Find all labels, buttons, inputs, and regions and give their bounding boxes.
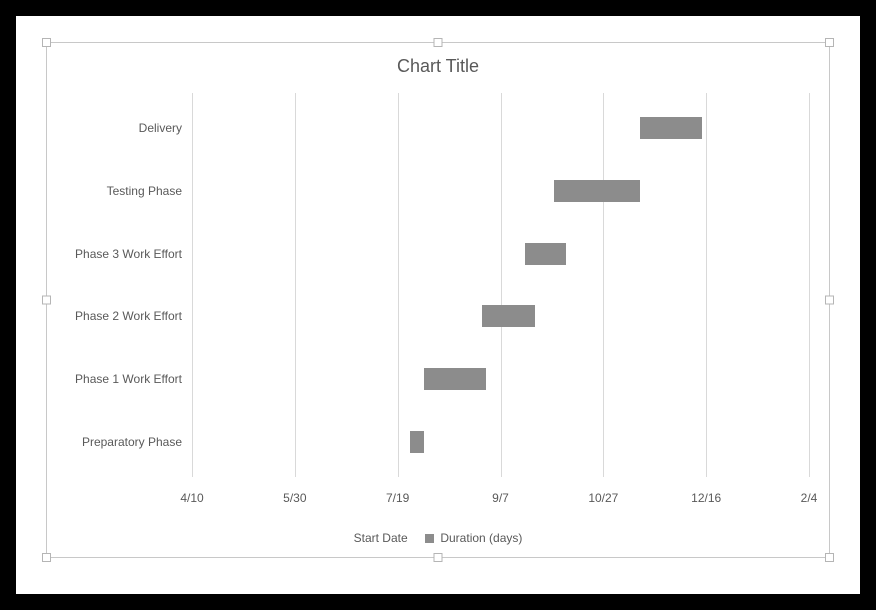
x-axis-tick: 12/16 [691,491,721,505]
gantt-bar[interactable] [554,180,640,202]
chart-object[interactable]: Chart Title 4/105/307/199/710/2712/162/4… [46,42,830,558]
window-outer: Chart Title 4/105/307/199/710/2712/162/4… [0,0,876,610]
resize-handle-lm[interactable] [42,296,51,305]
document-page: Chart Title 4/105/307/199/710/2712/162/4… [16,16,860,594]
gantt-bar[interactable] [640,117,702,139]
x-axis-tick: 4/10 [180,491,203,505]
legend[interactable]: Start Date Duration (days) [47,531,829,545]
chart-title[interactable]: Chart Title [47,56,829,77]
legend-entry-duration[interactable]: Duration (days) [411,531,522,545]
plot-area[interactable]: 4/105/307/199/710/2712/162/4DeliveryTest… [192,93,809,477]
gridline [603,93,604,477]
gantt-bar[interactable] [410,431,424,453]
x-axis-tick: 9/7 [492,491,509,505]
gridline [809,93,810,477]
legend-label-duration: Duration (days) [440,531,522,545]
gantt-bar[interactable] [525,243,566,265]
y-axis-label: Phase 2 Work Effort [75,309,182,323]
y-axis-label: Phase 3 Work Effort [75,247,182,261]
gridline [398,93,399,477]
y-axis-label: Testing Phase [107,184,182,198]
gantt-bar[interactable] [482,305,535,327]
resize-handle-tl[interactable] [42,38,51,47]
x-axis-tick: 7/19 [386,491,409,505]
gantt-bar[interactable] [424,368,486,390]
y-axis-label: Preparatory Phase [82,435,182,449]
legend-swatch-duration [425,534,434,543]
resize-handle-br[interactable] [825,553,834,562]
resize-handle-bm[interactable] [434,553,443,562]
gridline [501,93,502,477]
resize-handle-bl[interactable] [42,553,51,562]
legend-label-start-date: Start Date [354,531,408,545]
resize-handle-tm[interactable] [434,38,443,47]
x-axis-tick: 5/30 [283,491,306,505]
resize-handle-rm[interactable] [825,296,834,305]
x-axis-tick: 2/4 [801,491,818,505]
y-axis-label: Delivery [139,121,182,135]
legend-entry-start-date[interactable]: Start Date [354,531,411,545]
gridline [295,93,296,477]
gridline [706,93,707,477]
y-axis-label: Phase 1 Work Effort [75,372,182,386]
gridline [192,93,193,477]
resize-handle-tr[interactable] [825,38,834,47]
x-axis-tick: 10/27 [588,491,618,505]
